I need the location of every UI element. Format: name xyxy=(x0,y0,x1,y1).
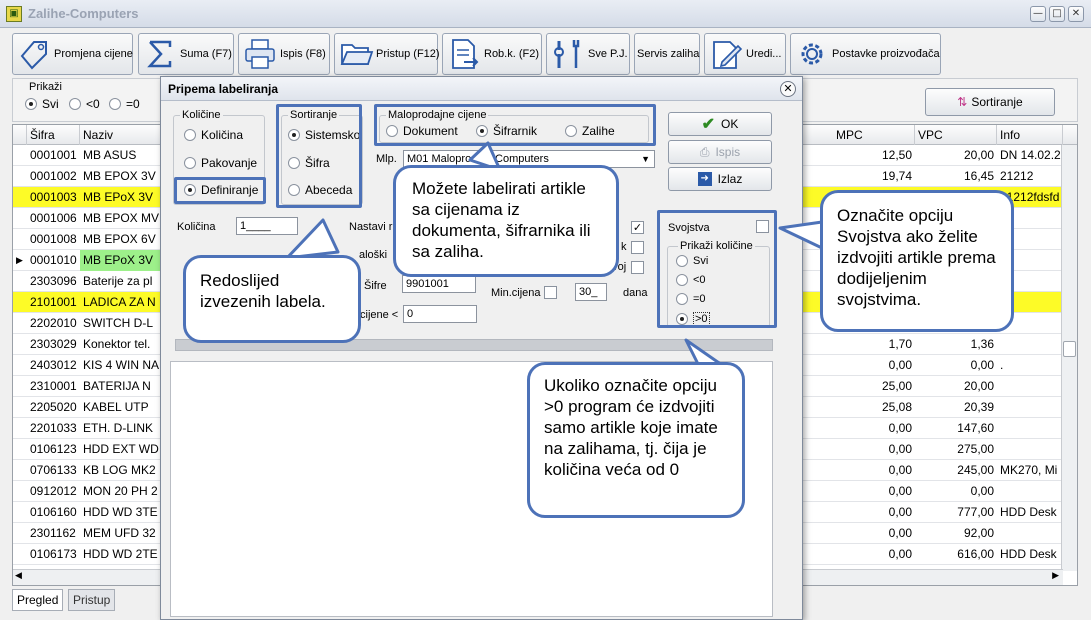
callout-vece-od-nule: Ukoliko označite opciju >0 program će iz… xyxy=(527,362,745,518)
callout-labels: Možete labelirati artikle sa cijenama iz… xyxy=(393,165,619,277)
callout-svojstva: Označite opciju Svojstva ako želite izdv… xyxy=(820,190,1014,332)
pointer-svojstva xyxy=(778,220,824,250)
pointer-redoslijed xyxy=(285,218,340,260)
callout-redoslijed: Redoslijed izvezenih labela. xyxy=(183,255,361,343)
